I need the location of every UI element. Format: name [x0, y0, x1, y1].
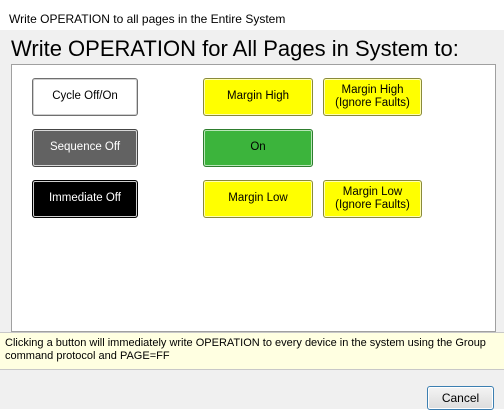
- info-message: Clicking a button will immediately write…: [5, 337, 486, 362]
- margin-high-ignore-faults-button[interactable]: Margin High (Ignore Faults): [323, 78, 422, 116]
- dialog-body: Write OPERATION for All Pages in System …: [0, 30, 504, 410]
- window-title: Write OPERATION to all pages in the Enti…: [9, 12, 286, 26]
- cycle-off-on-button[interactable]: Cycle Off/On: [32, 78, 138, 116]
- cycle-off-on-label: Cycle Off/On: [52, 90, 118, 103]
- dialog-heading: Write OPERATION for All Pages in System …: [11, 36, 459, 61]
- margin-low-ignore-faults-button[interactable]: Margin Low (Ignore Faults): [323, 180, 422, 218]
- on-button[interactable]: On: [203, 129, 313, 167]
- title-bar: Write OPERATION to all pages in the Enti…: [0, 0, 504, 30]
- margin-low-button[interactable]: Margin Low: [203, 180, 313, 218]
- sequence-off-label: Sequence Off: [49, 141, 121, 154]
- margin-low-ignore-faults-label: Margin Low (Ignore Faults): [335, 185, 410, 211]
- margin-high-button[interactable]: Margin High: [203, 78, 313, 116]
- info-message-bar: Clicking a button will immediately write…: [0, 332, 504, 370]
- immediate-off-button[interactable]: Immediate Off: [32, 180, 138, 218]
- on-label: On: [250, 141, 266, 154]
- immediate-off-label: Immediate Off: [48, 192, 121, 205]
- button-panel: Cycle Off/On Sequence Off Immediate Off …: [11, 64, 496, 332]
- margin-high-label: Margin High: [227, 90, 289, 103]
- sequence-off-button[interactable]: Sequence Off: [32, 129, 138, 167]
- margin-low-label: Margin Low: [228, 192, 288, 205]
- cancel-button[interactable]: Cancel: [427, 386, 494, 410]
- margin-high-ignore-faults-label: Margin High (Ignore Faults): [335, 83, 410, 109]
